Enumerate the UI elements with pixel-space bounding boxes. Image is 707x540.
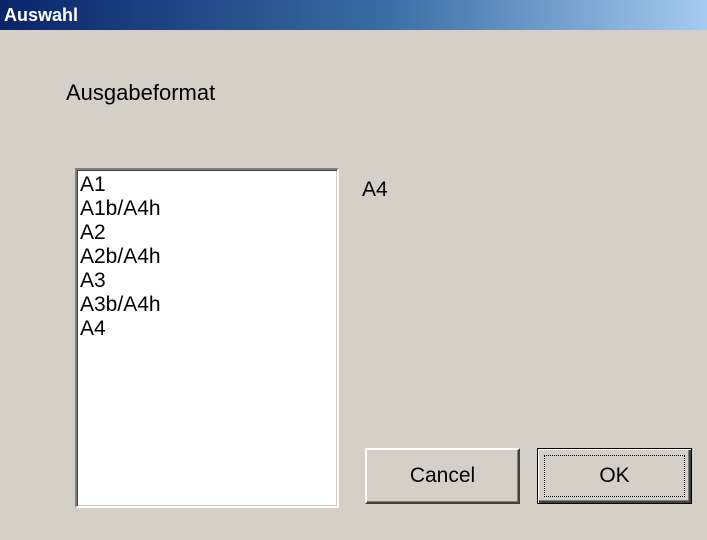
window-title: Auswahl <box>4 4 79 25</box>
title-bar[interactable]: Auswahl <box>0 0 707 30</box>
format-listbox[interactable]: A1 A1b/A4h A2 A2b/A4h A3 A3b/A4h A4 <box>75 168 339 508</box>
list-item-a1b-a4h[interactable]: A1b/A4h <box>80 197 337 221</box>
list-item-a3b-a4h[interactable]: A3b/A4h <box>80 293 337 317</box>
ok-button-label: OK <box>599 464 630 487</box>
ok-button[interactable]: OK <box>537 448 692 504</box>
list-item-a2b-a4h[interactable]: A2b/A4h <box>80 245 337 269</box>
selected-format-value: A4 <box>362 178 388 201</box>
list-item-a4[interactable]: A4 <box>80 317 337 341</box>
format-list: A1 A1b/A4h A2 A2b/A4h A3 A3b/A4h A4 <box>77 170 337 341</box>
dialog-window: Auswahl Ausgabeformat A1 A1b/A4h A2 A2b/… <box>0 0 707 540</box>
format-heading: Ausgabeformat <box>66 80 216 105</box>
list-item-a1[interactable]: A1 <box>80 173 337 197</box>
list-item-a2[interactable]: A2 <box>80 221 337 245</box>
cancel-button-label: Cancel <box>409 464 476 487</box>
cancel-button[interactable]: Cancel <box>365 448 520 504</box>
list-item-a3[interactable]: A3 <box>80 269 337 293</box>
